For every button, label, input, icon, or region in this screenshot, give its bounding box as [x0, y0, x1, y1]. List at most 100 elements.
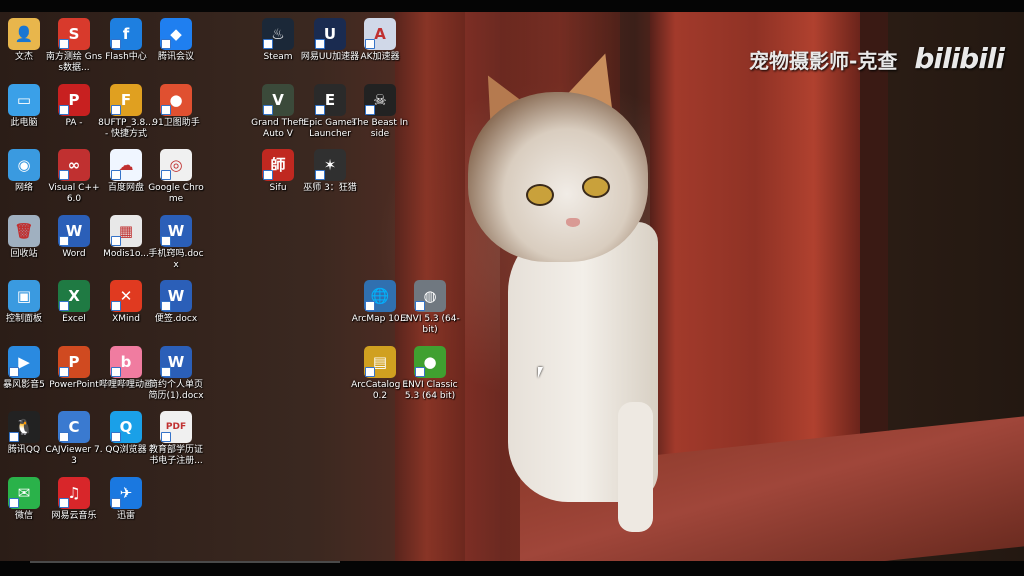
baiduyun-icon: ☁: [110, 149, 142, 181]
cat-eye: [582, 176, 610, 198]
91wei-icon: ●: [160, 83, 192, 116]
steam-icon: ♨: [262, 18, 294, 50]
desktop-icon-label: 腾讯会议: [157, 52, 194, 62]
desktop-icon-enviclassic[interactable]: ● ENVI Classic 5.3 (64 bit): [400, 345, 460, 402]
desktop-icon-wangyiyun[interactable]: ♫ 网易云音乐: [44, 476, 104, 522]
epic-icon: E: [314, 83, 346, 116]
huishouzhan-icon: 🗑: [8, 214, 40, 247]
bilibili-logo: bilibili: [914, 42, 1005, 75]
8uftp-icon: F: [110, 83, 142, 116]
sifu-icon: 師: [262, 149, 294, 181]
desktop-icon-label: 网易云音乐: [51, 510, 97, 521]
video-progress-bar[interactable]: [30, 561, 340, 563]
desktop-icon-label: PowerPoint: [49, 379, 99, 390]
kongzhimianban-icon: ▣: [8, 280, 40, 312]
desktop-icon-label: 南方测绘 Gnss数据...: [45, 52, 103, 73]
pa-icon: P: [58, 83, 90, 116]
desktop-icon-beast[interactable]: ☠ The Beast Inside: [350, 83, 410, 140]
desktop-icon-sifu[interactable]: 師 Sifu: [248, 149, 308, 194]
qqbrowser-icon: Q: [110, 411, 142, 443]
cajviewer-icon: C: [58, 411, 90, 443]
jianli-icon: W: [160, 345, 192, 378]
desktop-icon-xunlei[interactable]: ✈ 迅雷: [96, 476, 156, 522]
desktop-icon-word[interactable]: W Word: [44, 214, 104, 260]
desktop-icon-label: 教育部学历证书电子注册...: [148, 445, 203, 466]
desktop-icon-witcher3[interactable]: ✶ 巫师 3：狂猎: [300, 149, 360, 194]
arcmap-icon: 🌐: [364, 280, 396, 312]
desktop-icon-label: 手机窍吗.docx: [148, 248, 204, 270]
desktop-icon-powerpoint[interactable]: P PowerPoint: [44, 345, 104, 391]
mouse-cursor-icon: [538, 367, 543, 378]
desktop-icon-envi53[interactable]: ◍ ENVI 5.3 (64-bit): [400, 280, 460, 336]
weixin-icon: ✉: [8, 476, 40, 509]
desktop-icon-jiaoyubu[interactable]: PDF 教育部学历证书电子注册...: [146, 411, 206, 467]
desktop-icon-label: 91卫图助手: [152, 117, 200, 128]
cat-nose: [566, 218, 580, 227]
desktop-icon-excel[interactable]: X Excel: [44, 280, 104, 325]
beast-icon: ☠: [364, 83, 396, 116]
desktop-icon-label: Visual C++ 6.0: [48, 183, 100, 204]
desktop-icon-tengxunhuiyi[interactable]: ◆ 腾讯会议: [146, 18, 206, 63]
desktop-icon-label: ENVI Classic 5.3 (64 bit): [402, 379, 458, 401]
powerpoint-icon: P: [58, 345, 90, 378]
desktop-icon-label: The Beast Inside: [351, 117, 409, 139]
watermark-text: 宠物摄影师-克查: [749, 49, 898, 73]
vc6-icon: ∞: [58, 149, 90, 181]
modis-icon: ▦: [110, 214, 142, 247]
bilibili-icon: b: [110, 345, 142, 378]
desktop-icon-label: Word: [62, 248, 86, 259]
envi53-icon: ◍: [414, 280, 446, 312]
desktop-icon-cajviewer[interactable]: C CAJViewer 7.3: [44, 411, 104, 467]
desktop-icon-ak[interactable]: A AK加速器: [350, 18, 410, 63]
cat-eye: [526, 184, 554, 206]
excel-icon: X: [58, 280, 90, 312]
arccatalog-icon: ▤: [364, 345, 396, 378]
chrome-icon: ◎: [160, 149, 192, 181]
wangyiyun-icon: ♫: [58, 476, 90, 509]
xmind-icon: ✕: [110, 280, 142, 312]
desktop-icon-label: Steam: [263, 52, 293, 62]
desktop-icon-steam[interactable]: ♨ Steam: [248, 18, 308, 63]
cat-leg: [618, 402, 653, 532]
flash-icon: f: [110, 18, 142, 50]
desktop-icon-vc6[interactable]: ∞ Visual C++ 6.0: [44, 149, 104, 205]
desktop-icon-label: Google Chrome: [148, 183, 204, 204]
wenjian-icon: 👤: [8, 18, 40, 50]
desktop-icon-label: 简约个人单页简历(1).docx: [148, 379, 204, 401]
desktop-icon-label: Sifu: [269, 183, 287, 193]
tengxunhuiyi-icon: ◆: [160, 18, 192, 50]
desktop-icon-pa[interactable]: P PA -: [44, 83, 104, 129]
desktop-icon-label: PA -: [65, 117, 83, 128]
desktop[interactable]: 👤 文杰 S 南方测绘 Gnss数据... f Flash中心 ◆ 腾讯会议 ♨ Steam U 网易…: [0, 12, 1024, 561]
desktop-icon-label: 便签.docx: [154, 314, 198, 324]
wangluo-icon: ◉: [8, 149, 40, 181]
witcher3-icon: ✶: [314, 149, 346, 181]
desktop-icon-nanfang[interactable]: S 南方测绘 Gnss数据...: [44, 18, 104, 74]
desktop-icon-label: ENVI 5.3 (64-bit): [400, 314, 460, 335]
desktop-icon-bianqian[interactable]: W 便签.docx: [146, 280, 206, 325]
desktop-icon-label: 巫师 3：狂猎: [303, 183, 357, 193]
baofeng-icon: ▶: [8, 345, 40, 378]
desktop-icon-gta5[interactable]: V Grand Theft Auto V: [248, 83, 308, 140]
word-icon: W: [58, 214, 90, 247]
desktop-icon-label: Excel: [62, 314, 86, 324]
desktop-icon-shoujijiqiao[interactable]: W 手机窍吗.docx: [146, 214, 206, 271]
jiaoyubu-icon: PDF: [160, 411, 192, 443]
cidiannao-icon: ▭: [8, 83, 40, 116]
bianqian-icon: W: [160, 280, 192, 312]
wangyiuu-icon: U: [314, 18, 346, 50]
video-watermark: 宠物摄影师-克查 bilibili: [749, 42, 1005, 75]
desktop-icon-jianli[interactable]: W 简约个人单页简历(1).docx: [146, 345, 206, 402]
desktop-icon-chrome[interactable]: ◎ Google Chrome: [146, 149, 206, 205]
desktop-icon-label: CAJViewer 7.3: [45, 445, 103, 466]
desktop-icon-label: AK加速器: [360, 52, 400, 62]
gta5-icon: V: [262, 83, 294, 116]
qq-icon: 🐧: [8, 411, 40, 443]
nanfang-icon: S: [58, 18, 90, 50]
desktop-icon-label: Grand Theft Auto V: [251, 117, 305, 139]
shoujijiqiao-icon: W: [160, 214, 192, 247]
ak-icon: A: [364, 18, 396, 50]
wallpaper-cat: [463, 44, 658, 542]
desktop-icon-91wei[interactable]: ● 91卫图助手: [146, 83, 206, 129]
xunlei-icon: ✈: [110, 476, 142, 509]
